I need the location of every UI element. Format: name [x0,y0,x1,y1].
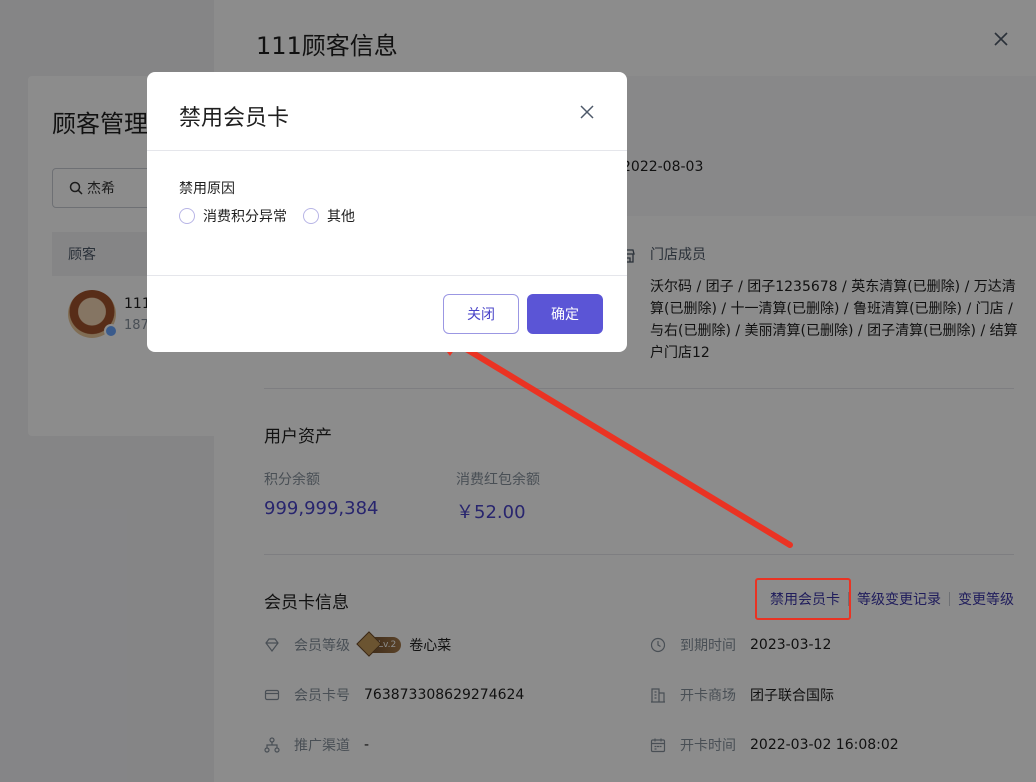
modal-title: 禁用会员卡 [179,106,290,131]
reason-option-label: 其他 [327,209,355,225]
close-button[interactable]: 关闭 [443,294,519,334]
reason-option-points-abnormal[interactable]: 消费积分异常 [179,206,287,226]
disable-card-modal: 禁用会员卡 禁用原因 消费积分异常 其他 关闭 确定 [147,72,627,352]
modal-divider [147,275,627,276]
disable-reason-radio-group: 消费积分异常 其他 [179,206,371,226]
radio-circle-icon[interactable] [179,208,195,224]
close-icon[interactable] [579,104,595,120]
annotation-highlight-box [755,578,851,620]
reason-option-other[interactable]: 其他 [303,206,355,226]
disable-reason-label: 禁用原因 [179,181,235,197]
modal-divider [147,150,627,151]
confirm-button[interactable]: 确定 [527,294,603,334]
radio-circle-icon[interactable] [303,208,319,224]
reason-option-label: 消费积分异常 [203,209,287,225]
